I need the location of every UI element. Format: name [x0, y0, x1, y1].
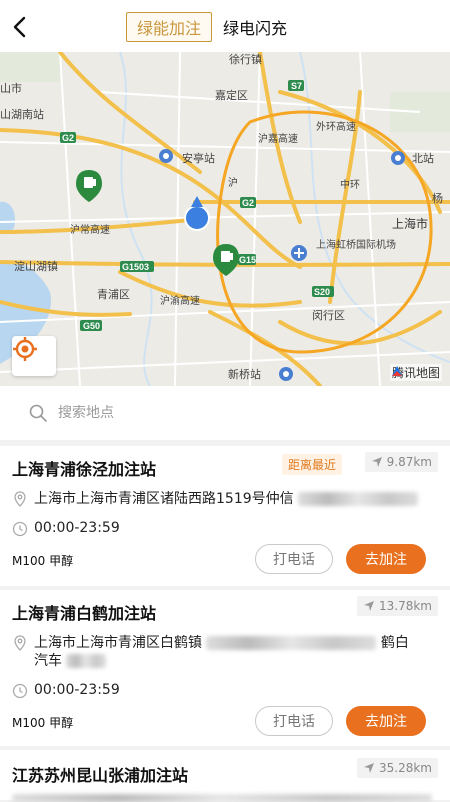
distance-tag: 13.78km: [357, 596, 438, 616]
train-station-icon: [279, 367, 293, 381]
tab-green-charge[interactable]: 绿电闪充: [212, 12, 298, 42]
call-button[interactable]: 打电话: [255, 544, 333, 574]
station-name: 江苏苏州昆山张浦加注站: [12, 766, 189, 785]
label-hongqiao: 上海虹桥国际机场: [316, 238, 396, 251]
shield-g15: G15: [239, 255, 256, 265]
station-hours: 00:00-23:59: [12, 682, 120, 699]
airport-icon: [291, 245, 307, 261]
fuel-type: M100 甲醇: [12, 716, 74, 730]
label-huqing: 沪常高速: [70, 223, 110, 236]
clock-icon: [12, 521, 28, 537]
call-button[interactable]: 打电话: [255, 706, 333, 736]
station-card[interactable]: 江苏苏州昆山张浦加注站 35.28km: [0, 750, 450, 802]
label-hushan: 沪: [228, 176, 238, 189]
label-dianshan: 淀山湖镇: [14, 259, 58, 273]
fuel-type: M100 甲醇: [12, 554, 74, 568]
address-text: 上海市上海市青浦区白鹤镇: [34, 635, 202, 651]
label-jiading: 嘉定区: [215, 88, 248, 102]
label-yang: 杨: [432, 191, 443, 205]
hours-text: 00:00-23:59: [34, 682, 120, 698]
address-text: 上海市上海市青浦区诸陆西路1519号仲信: [34, 491, 294, 507]
location-pin-icon: [14, 635, 26, 651]
back-button[interactable]: [6, 12, 36, 42]
distance-tag: 35.28km: [357, 758, 438, 778]
address-line2: 汽车: [34, 653, 62, 669]
label-anting: 安亭站: [182, 151, 215, 165]
label-s-left: 山市: [0, 81, 22, 95]
distance-value: 9.87km: [386, 455, 432, 469]
map-canvas: S7 G2 G2 G15 G1503 G50 S20 徐行镇 嘉定区 安亭站 上…: [0, 52, 450, 386]
search-icon: [29, 404, 47, 422]
crosshair-icon: [13, 337, 37, 361]
label-xinqiao: 新桥站: [228, 367, 261, 381]
navigation-arrow-icon: [364, 763, 374, 773]
shield-g2-b: G2: [242, 198, 254, 208]
distance-tag: 9.87km: [364, 452, 438, 472]
distance-value: 35.28km: [379, 761, 432, 775]
fuel-station-marker[interactable]: [213, 244, 239, 276]
station-hours: 00:00-23:59: [12, 520, 120, 537]
go-refuel-button[interactable]: 去加注: [346, 706, 426, 736]
redacted-address: [12, 794, 432, 802]
tencent-map-icon: [391, 366, 402, 376]
redacted-address: [298, 492, 419, 506]
redacted-address: [66, 654, 107, 668]
station-card[interactable]: 上海青浦徐泾加注站 距离最近 9.87km 上海市上海市青浦区诸陆西路1519号…: [0, 446, 450, 586]
label-zhonghuan: 中环: [340, 178, 360, 191]
navigation-arrow-icon: [364, 601, 374, 611]
train-station-icon: [159, 149, 173, 163]
search-bar: [0, 386, 450, 440]
map-provider-logo: 腾讯地图: [389, 364, 442, 381]
hours-text: 00:00-23:59: [34, 520, 120, 536]
shield-g50: G50: [83, 321, 100, 331]
clock-icon: [12, 683, 28, 699]
location-pin-icon: [14, 491, 26, 507]
label-minhang: 闵行区: [312, 308, 345, 322]
label-shanghai-city: 上海市: [392, 216, 428, 231]
mode-tabs: 绿能加注 绿电闪充: [126, 12, 298, 42]
go-refuel-button[interactable]: 去加注: [346, 544, 426, 574]
address-tail: 鹤白: [380, 635, 409, 651]
label-shan-lake: 山湖南站: [0, 107, 44, 121]
label-xuhang: 徐行镇: [229, 52, 262, 66]
map-view[interactable]: S7 G2 G2 G15 G1503 G50 S20 徐行镇 嘉定区 安亭站 上…: [0, 52, 450, 386]
shield-g2-a: G2: [62, 133, 74, 143]
label-huanxiang: 外环高速: [316, 120, 356, 133]
navigation-arrow-icon: [371, 457, 382, 467]
fuel-station-marker[interactable]: [76, 170, 102, 202]
label-hujia: 沪嘉高速: [258, 132, 298, 145]
train-station-icon: [391, 151, 405, 165]
station-name: 上海青浦徐泾加注站: [12, 460, 157, 479]
station-address: 上海市上海市青浦区诸陆西路1519号仲信: [12, 490, 424, 508]
station-address: 上海市上海市青浦区白鹤镇 鹤白 汽车: [12, 634, 424, 670]
chevron-left-icon: [13, 16, 26, 38]
locate-button[interactable]: [12, 336, 56, 376]
label-qingpu: 青浦区: [97, 288, 130, 301]
top-bar: 绿能加注 绿电闪充: [0, 0, 450, 52]
nearest-badge: 距离最近: [282, 454, 343, 475]
search-input[interactable]: [56, 404, 360, 422]
label-beizhan: 北站: [412, 151, 434, 165]
station-card[interactable]: 上海青浦白鹤加注站 13.78km 上海市上海市青浦区白鹤镇 鹤白 汽车 00:…: [0, 590, 450, 746]
label-huyu: 沪渝高速: [160, 294, 200, 307]
shield-s20: S20: [314, 287, 330, 297]
tab-green-energy[interactable]: 绿能加注: [126, 12, 213, 42]
distance-value: 13.78km: [379, 599, 432, 613]
redacted-address: [206, 636, 377, 650]
shield-g1503: G1503: [122, 262, 149, 272]
shield-s7-a: S7: [291, 81, 302, 91]
station-name: 上海青浦白鹤加注站: [12, 604, 157, 623]
